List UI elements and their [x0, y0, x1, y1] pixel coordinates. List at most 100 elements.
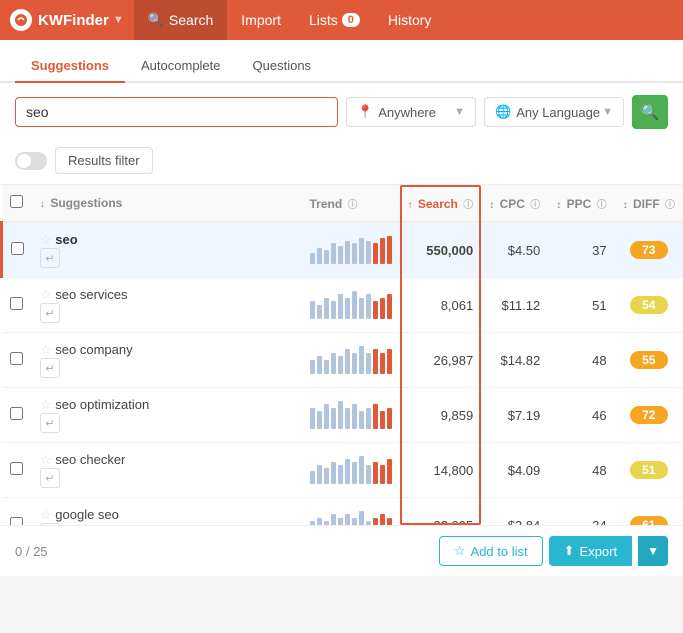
search-volume-value: 9,859 — [441, 408, 474, 423]
trend-bar — [310, 408, 315, 429]
keyword-table: ↓ Suggestions Trend ⓘ ↑ Search ⓘ — [0, 185, 683, 525]
row-check-cell — [2, 278, 33, 333]
cpc-info-icon[interactable]: ⓘ — [530, 200, 540, 211]
diff-badge: 72 — [630, 406, 668, 424]
row-checkbox[interactable] — [11, 242, 24, 255]
trend-bar — [359, 238, 364, 264]
keyword-arrow-icon[interactable]: ↵ — [40, 303, 60, 323]
star-icon[interactable]: ☆ — [40, 342, 52, 357]
row-checkbox[interactable] — [10, 462, 23, 475]
col-header-search[interactable]: ↑ Search ⓘ — [400, 185, 482, 222]
star-icon[interactable]: ☆ — [40, 232, 52, 247]
search-info-icon[interactable]: ⓘ — [463, 200, 473, 211]
cpc-sort-icon: ↕ — [489, 200, 494, 211]
nav-tab-import[interactable]: Import — [227, 0, 295, 40]
star-icon[interactable]: ☆ — [40, 507, 52, 522]
export-dropdown-button[interactable]: ▼ — [638, 536, 668, 566]
location-select[interactable]: 📍 Anywhere ▼ — [346, 97, 476, 127]
trend-bar — [380, 411, 385, 429]
ppc-info-icon[interactable]: ⓘ — [597, 200, 607, 211]
results-filter-button[interactable]: Results filter — [55, 147, 153, 174]
trend-bar — [373, 349, 378, 374]
brand-icon — [10, 9, 32, 31]
nav-tab-history[interactable]: History — [374, 0, 446, 40]
trend-bar — [331, 408, 336, 429]
ppc-cell: 46 — [548, 388, 614, 443]
trend-bars — [310, 236, 392, 264]
cpc-cell: $4.50 — [481, 222, 548, 278]
trend-bar — [352, 518, 357, 525]
export-button[interactable]: ⬆ Export — [549, 536, 632, 566]
table-row: ☆ google seo ↵ 22,095 $3.84 34 61 — [2, 498, 683, 526]
trend-bar — [317, 356, 322, 374]
filter-bar: Results filter — [0, 141, 683, 184]
keyword-text: seo optimization — [55, 397, 149, 412]
diff-sort-icon: ↕ — [623, 200, 628, 211]
nav-tab-lists[interactable]: Lists 0 — [295, 0, 374, 40]
table-container[interactable]: ↓ Suggestions Trend ⓘ ↑ Search ⓘ — [0, 185, 683, 525]
row-checkbox[interactable] — [10, 517, 23, 525]
trend-bar — [359, 456, 364, 484]
star-icon[interactable]: ☆ — [40, 452, 52, 467]
add-list-star-icon: ☆ — [454, 543, 466, 559]
diff-info-icon[interactable]: ⓘ — [665, 200, 675, 211]
add-to-list-button[interactable]: ☆ Add to list — [439, 536, 543, 566]
row-checkbox[interactable] — [10, 407, 23, 420]
trend-bar — [331, 243, 336, 264]
trend-bar — [366, 241, 371, 264]
trend-bar — [352, 291, 357, 319]
trend-bar — [373, 404, 378, 429]
filter-toggle[interactable] — [15, 152, 47, 170]
table-row: ☆ seo checker ↵ 14,800 $4.09 48 51 — [2, 443, 683, 498]
search-volume-cell: 14,800 — [400, 443, 482, 498]
row-checkbox[interactable] — [10, 352, 23, 365]
table-wrap: ↓ Suggestions Trend ⓘ ↑ Search ⓘ — [0, 184, 683, 525]
tab-bar: Suggestions Autocomplete Questions — [0, 40, 683, 83]
nav-tab-search[interactable]: 🔍 Search — [134, 0, 228, 40]
col-header-cpc: ↕ CPC ⓘ — [481, 185, 548, 222]
trend-bars — [310, 511, 392, 525]
trend-bars — [310, 346, 392, 374]
trend-bar — [366, 294, 371, 319]
arrow-icon-wrap: ↵ — [40, 468, 294, 488]
keyword-cell: ☆ seo company ↵ — [32, 333, 302, 388]
trend-bar — [366, 521, 371, 525]
ppc-cell: 51 — [548, 278, 614, 333]
keyword-arrow-icon[interactable]: ↵ — [40, 468, 60, 488]
trend-bar — [345, 459, 350, 484]
star-icon[interactable]: ☆ — [40, 287, 52, 302]
search-volume-cell: 8,061 — [400, 278, 482, 333]
keyword-text: google seo — [55, 507, 119, 522]
col-header-suggestions[interactable]: ↓ Suggestions — [32, 185, 302, 222]
lists-badge: 0 — [342, 13, 360, 27]
select-all-checkbox[interactable] — [10, 195, 23, 208]
brand-logo[interactable]: KWFinder ▼ — [10, 9, 124, 31]
cpc-value: $3.84 — [508, 518, 541, 526]
keyword-cell: ☆ google seo ↵ — [32, 498, 302, 526]
nav-tabs: 🔍 Search Import Lists 0 History — [134, 0, 446, 40]
top-nav: KWFinder ▼ 🔍 Search Import Lists 0 Histo… — [0, 0, 683, 40]
keyword-arrow-icon[interactable]: ↵ — [40, 248, 60, 268]
cpc-value: $11.12 — [501, 298, 540, 313]
trend-bar — [338, 401, 343, 429]
keyword-arrow-icon[interactable]: ↵ — [40, 358, 60, 378]
trend-bar — [324, 298, 329, 319]
language-select[interactable]: 🌐 Any Language ▼ — [484, 97, 624, 127]
suggestions-sort-icon: ↓ — [40, 199, 45, 210]
keyword-input[interactable] — [26, 104, 327, 120]
tab-suggestions[interactable]: Suggestions — [15, 50, 125, 83]
cpc-cell: $7.19 — [481, 388, 548, 443]
star-icon[interactable]: ☆ — [40, 397, 52, 412]
tab-questions[interactable]: Questions — [237, 50, 328, 83]
trend-bar — [310, 360, 315, 374]
row-checkbox[interactable] — [10, 297, 23, 310]
keyword-arrow-icon[interactable]: ↵ — [40, 413, 60, 433]
ppc-cell: 48 — [548, 443, 614, 498]
trend-bar — [310, 471, 315, 484]
trend-bar — [331, 462, 336, 484]
keyword-arrow-icon[interactable]: ↵ — [40, 523, 60, 525]
trend-info-icon[interactable]: ⓘ — [348, 200, 358, 211]
tab-autocomplete[interactable]: Autocomplete — [125, 50, 237, 83]
search-button[interactable]: 🔍 — [632, 95, 668, 129]
row-check-cell — [2, 498, 33, 526]
